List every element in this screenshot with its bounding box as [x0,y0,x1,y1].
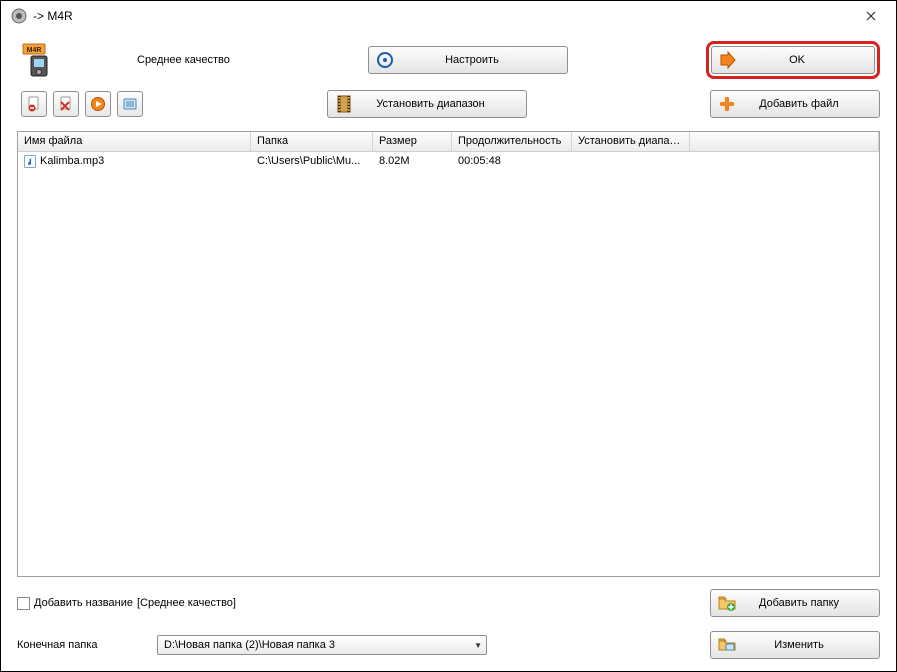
cell-name-text: Kalimba.mp3 [40,155,104,167]
plus-icon [717,94,737,114]
change-button[interactable]: Изменить [710,631,880,659]
app-icon [11,8,27,24]
gear-icon [375,50,395,70]
settings-label: Настроить [399,54,567,66]
second-row: Установить диапазон Добавить файл [17,85,880,123]
col-header-range[interactable]: Установить диапаз... [572,132,690,151]
remove-button[interactable] [21,91,47,117]
col-header-size[interactable]: Размер [373,132,452,151]
table-row[interactable]: Kalimba.mp3 C:\Users\Public\Mu... 8.02M … [18,152,879,170]
col-header-folder[interactable]: Папка [251,132,373,151]
table-header: Имя файла Папка Размер Продолжительность… [18,132,879,152]
window-title: -> M4R [33,9,856,23]
add-folder-label: Добавить папку [741,597,879,609]
cell-folder: C:\Users\Public\Mu... [251,152,373,170]
add-file-label: Добавить файл [741,98,879,110]
cell-size: 8.02M [373,152,452,170]
folder-plus-icon [717,593,737,613]
titlebar: -> M4R [1,1,896,31]
col-header-rest [690,132,879,151]
clear-button[interactable] [53,91,79,117]
target-folder-label: Конечная папка [17,639,157,651]
target-folder-value: D:\Новая папка (2)\Новая папка 3 [164,639,474,651]
ok-highlight: OK [706,41,880,79]
target-folder-combo[interactable]: D:\Новая папка (2)\Новая папка 3 ▼ [157,635,487,655]
format-icon: M4R [21,42,57,78]
cell-duration: 00:05:48 [452,152,572,170]
ok-button[interactable]: OK [711,46,875,74]
cell-rest [690,152,879,170]
top-row: M4R Среднее качество Настроить [17,39,880,81]
content-area: M4R Среднее качество Настроить [1,31,896,671]
film-icon [334,94,354,114]
add-title-label: Добавить название [34,597,133,609]
change-label: Изменить [741,639,879,651]
app-window: -> M4R M4R Среднее качество [0,0,897,672]
add-file-button[interactable]: Добавить файл [710,90,880,118]
settings-button[interactable]: Настроить [368,46,568,74]
set-range-button[interactable]: Установить диапазон [327,90,527,118]
list-button[interactable] [117,91,143,117]
convert-icon [718,50,738,70]
quality-label: Среднее качество [137,54,230,66]
col-header-name[interactable]: Имя файла [18,132,251,151]
add-title-checkbox-wrap[interactable]: Добавить название [Среднее качество] [17,597,236,610]
bottom-row-1: Добавить название [Среднее качество] [17,589,880,617]
audio-file-icon [24,155,36,168]
mini-buttons [21,91,143,117]
play-button[interactable] [85,91,111,117]
col-header-duration[interactable]: Продолжительность [452,132,572,151]
folder-open-icon [717,635,737,655]
add-title-checkbox[interactable] [17,597,30,610]
bottom-row-2: Конечная папка D:\Новая папка (2)\Новая … [17,631,880,659]
table-body: Kalimba.mp3 C:\Users\Public\Mu... 8.02M … [18,152,879,576]
svg-text:M4R: M4R [27,47,42,54]
cell-name: Kalimba.mp3 [18,152,251,170]
add-title-suffix: [Среднее качество] [137,597,236,609]
chevron-down-icon: ▼ [474,641,482,650]
ok-label: OK [742,54,874,66]
cell-range [572,152,690,170]
bottom-area: Добавить название [Среднее качество] [17,577,880,659]
add-folder-button[interactable]: Добавить папку [710,589,880,617]
set-range-label: Установить диапазон [358,98,526,110]
close-button[interactable] [856,6,886,26]
file-table: Имя файла Папка Размер Продолжительность… [17,131,880,577]
